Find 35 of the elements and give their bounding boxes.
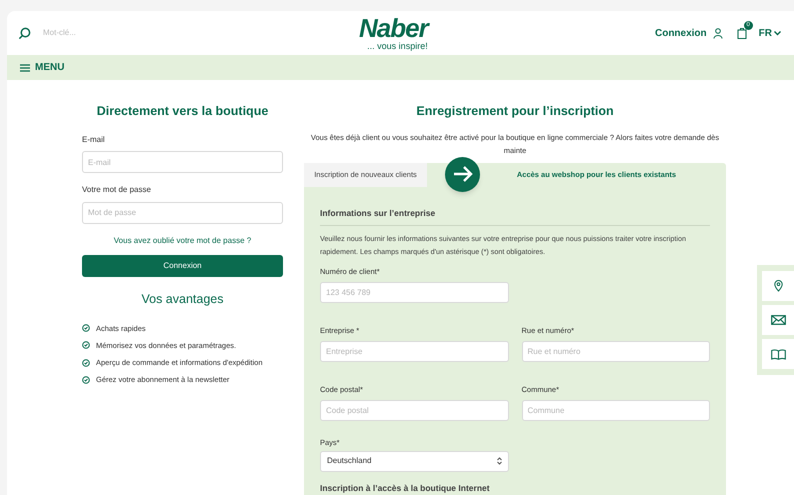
forgot-password-link[interactable]: Vous avez oublié votre mot de passe ? bbox=[82, 234, 283, 247]
search-field[interactable]: Mot-clé... bbox=[43, 27, 163, 39]
input-field[interactable]: Mot de passe bbox=[82, 202, 283, 224]
country-select[interactable]: Deutschland bbox=[320, 450, 508, 472]
input-field[interactable]: Commune bbox=[522, 400, 710, 422]
check-circle-icon bbox=[82, 376, 90, 384]
check-circle-icon bbox=[82, 358, 90, 367]
check-circle-icon bbox=[82, 341, 90, 350]
naber-logo[interactable]: Naber ... vous inspire! bbox=[359, 15, 428, 51]
location-pin-icon[interactable] bbox=[762, 271, 794, 301]
menu-button[interactable]: MENU bbox=[20, 60, 64, 75]
bag-icon[interactable] bbox=[736, 27, 747, 39]
field-label: Votre mot de passe bbox=[82, 184, 152, 196]
envelope-icon[interactable] bbox=[762, 305, 794, 335]
login-heading: Directement vers la boutique bbox=[96, 103, 270, 120]
input-field[interactable]: Entreprise bbox=[320, 341, 508, 362]
advantages-heading: Vos avantages bbox=[140, 290, 224, 308]
field-label: E-mail bbox=[82, 134, 106, 146]
input-field[interactable]: Code postal bbox=[320, 400, 508, 422]
chevron-down-icon bbox=[774, 30, 781, 36]
updown-icon bbox=[496, 457, 502, 465]
book-icon[interactable] bbox=[762, 339, 794, 369]
input-field[interactable]: E-mail bbox=[82, 151, 283, 174]
input-field[interactable]: 123 456 789 bbox=[320, 282, 508, 303]
menu-icon bbox=[20, 64, 30, 72]
language-dropdown[interactable]: FR bbox=[758, 26, 781, 40]
registration-heading: Enregistrement pour l’inscription bbox=[415, 103, 615, 120]
input-field[interactable]: Rue et numéro bbox=[522, 341, 710, 362]
check-circle-icon bbox=[82, 324, 90, 332]
search-icon[interactable] bbox=[18, 26, 31, 40]
login-link[interactable]: Connexion bbox=[654, 26, 707, 40]
section-heading: Informations sur l’entreprise bbox=[320, 206, 710, 226]
user-icon[interactable] bbox=[712, 28, 723, 38]
section-heading: Inscription à l’accès à la boutique Internet bbox=[320, 482, 491, 494]
login-button[interactable]: Connexion bbox=[82, 254, 283, 277]
